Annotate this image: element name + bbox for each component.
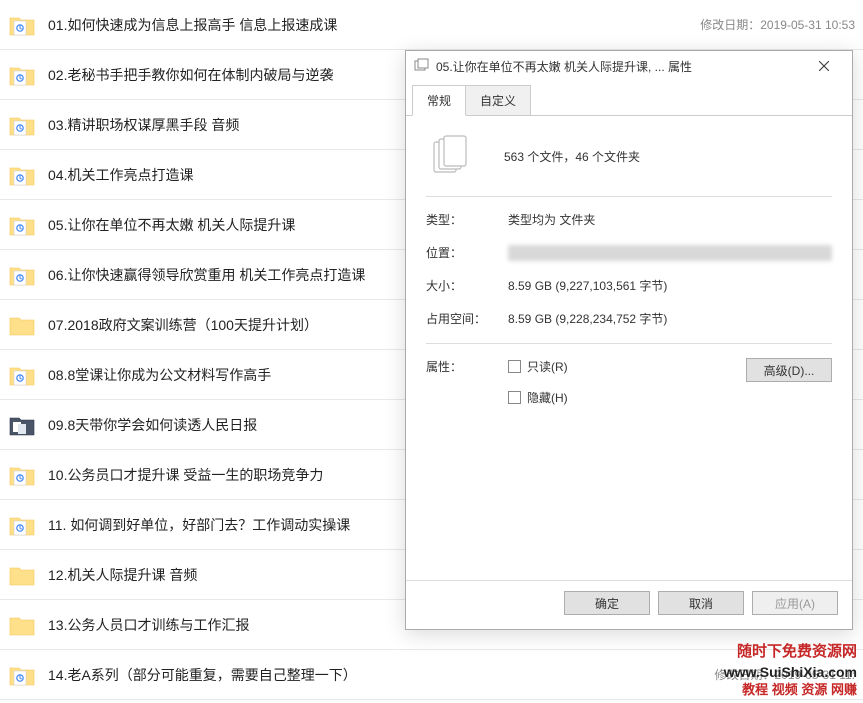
dialog-body: 563 个文件，46 个文件夹 类型： 类型均为 文件夹 位置： 大小： 8.5… xyxy=(406,116,852,580)
file-row[interactable]: 01.如何快速成为信息上报高手 信息上报速成课修改日期：2019-05-31 1… xyxy=(0,0,863,50)
advanced-button[interactable]: 高级(D)... xyxy=(746,358,832,382)
disk-label: 占用空间： xyxy=(426,310,508,327)
divider xyxy=(426,343,832,344)
size-value: 8.59 GB (9,227,103,561 字节) xyxy=(508,277,832,294)
type-label: 类型： xyxy=(426,211,508,228)
divider xyxy=(426,196,832,197)
folder-icon xyxy=(8,411,36,439)
apply-button[interactable]: 应用(A) xyxy=(752,591,838,615)
tab-general[interactable]: 常规 xyxy=(412,85,466,116)
dialog-footer: 确定 取消 应用(A) xyxy=(406,580,852,629)
file-date: 修改日期：2019-05-31 10:53 xyxy=(700,16,855,33)
file-count: 563 个文件，46 个文件夹 xyxy=(504,148,640,165)
close-icon xyxy=(819,61,829,71)
disk-value: 8.59 GB (9,228,234,752 字节) xyxy=(508,310,832,327)
cancel-button[interactable]: 取消 xyxy=(658,591,744,615)
properties-dialog: 05.让你在单位不再太嫩 机关人际提升课, ... 属性 常规 自定义 563 … xyxy=(405,50,853,630)
dialog-title: 05.让你在单位不再太嫩 机关人际提升课, ... 属性 xyxy=(436,58,804,75)
folder-icon xyxy=(8,11,36,39)
folder-icon xyxy=(8,561,36,589)
hidden-checkbox[interactable] xyxy=(508,391,521,404)
watermark-line2: www.SuiShiXia.com xyxy=(724,663,857,682)
tabs: 常规 自定义 xyxy=(406,85,852,116)
folder-icon xyxy=(8,311,36,339)
folder-icon xyxy=(8,461,36,489)
folder-icon xyxy=(8,611,36,639)
tab-custom[interactable]: 自定义 xyxy=(465,85,531,115)
type-value: 类型均为 文件夹 xyxy=(508,211,832,228)
readonly-checkbox[interactable] xyxy=(508,360,521,373)
folder-icon xyxy=(8,261,36,289)
ok-button[interactable]: 确定 xyxy=(564,591,650,615)
close-button[interactable] xyxy=(804,52,844,80)
folder-icon xyxy=(8,61,36,89)
location-label: 位置： xyxy=(426,244,508,261)
watermark: 随时下免费资源网 www.SuiShiXia.com 教程 视频 资源 网赚 xyxy=(724,642,857,699)
size-label: 大小： xyxy=(426,277,508,294)
folder-icon xyxy=(8,161,36,189)
date-value: 2019-05-31 10:53 xyxy=(760,18,855,32)
file-name: 14.老A系列（部分可能重复，需要自己整理一下） xyxy=(48,665,704,685)
attr-label: 属性： xyxy=(426,358,508,406)
readonly-label: 只读(R) xyxy=(527,358,568,375)
folder-icon xyxy=(8,111,36,139)
date-label: 修改日期： xyxy=(700,18,760,32)
file-name: 01.如何快速成为信息上报高手 信息上报速成课 xyxy=(48,15,690,35)
multi-folder-icon xyxy=(432,134,468,178)
watermark-line3: 教程 视频 资源 网赚 xyxy=(724,681,857,699)
dialog-titlebar[interactable]: 05.让你在单位不再太嫩 机关人际提升课, ... 属性 xyxy=(406,51,852,81)
folders-icon xyxy=(414,58,430,74)
location-value-blurred xyxy=(508,245,832,261)
watermark-line1: 随时下免费资源网 xyxy=(724,642,857,662)
hidden-label: 隐藏(H) xyxy=(527,389,568,406)
folder-icon xyxy=(8,361,36,389)
folder-icon xyxy=(8,211,36,239)
folder-icon xyxy=(8,661,36,689)
folder-icon xyxy=(8,511,36,539)
